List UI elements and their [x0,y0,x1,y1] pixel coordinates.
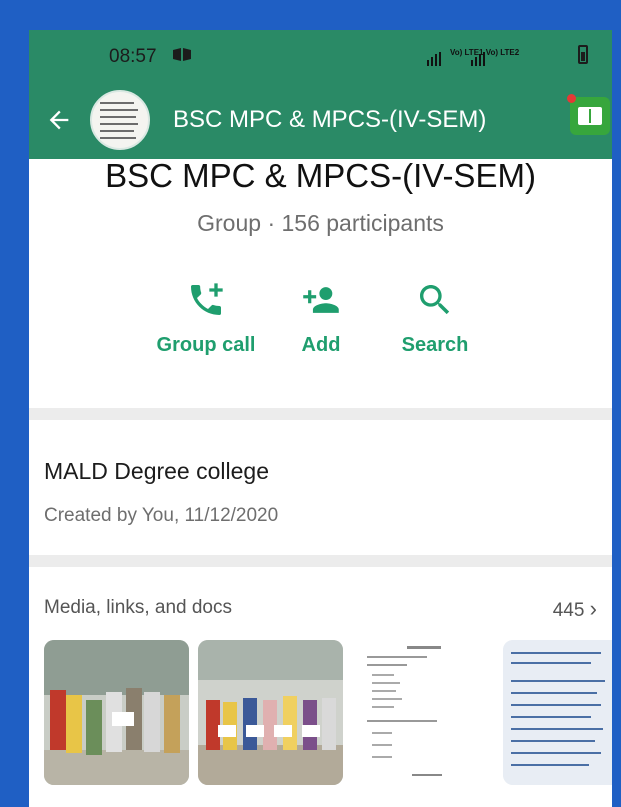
group-photo-image [44,640,189,785]
group-description: MALD Degree college [44,458,270,484]
network-indicator: Vo) LTE1 Vo) LTE2 [450,48,520,57]
media-thumbnail[interactable] [352,640,497,785]
document-image [352,640,497,785]
battery-icon [578,45,588,64]
add-call-icon [191,283,223,315]
group-description-card[interactable]: MALD Degree college Created by You, 11/1… [29,420,612,555]
media-section: Media, links, and docs 445 › [29,567,612,807]
notes-image [503,640,612,785]
group-photo-image [198,640,343,785]
media-count-value: 445 [552,600,585,621]
search-button[interactable]: Search [393,280,477,357]
back-arrow-icon[interactable] [45,106,73,134]
media-thumbnail[interactable] [198,640,343,785]
notification-dot [567,94,576,103]
search-label: Search [401,334,469,356]
status-bar: 08:57 Vo) LTE1 Vo) LTE2 [29,30,612,86]
book-icon [578,107,602,125]
status-time: 08:57 [109,46,157,67]
chat-toolbar: BSC MPC & MPCS-(IV-SEM) [29,86,612,159]
group-created-info: Created by You, 11/12/2020 [44,505,279,526]
media-thumbnail[interactable] [503,640,612,785]
add-person-icon [303,287,339,313]
group-call-button[interactable]: Group call [154,280,258,357]
group-call-label: Group call [156,334,256,356]
book-notification-icon [173,48,191,61]
group-participants: Group · 156 participants [197,210,444,236]
media-count[interactable]: 445 › [553,596,597,622]
search-icon [420,285,450,315]
toolbar-title[interactable]: BSC MPC & MPCS-(IV-SEM) [173,106,486,134]
chevron-right-icon: › [589,596,597,621]
group-name: BSC MPC & MPCS-(IV-SEM) [105,157,536,194]
add-label: Add [301,334,341,356]
book-app-icon[interactable] [567,94,610,135]
media-links-docs-link[interactable]: Media, links, and docs [44,597,232,619]
media-thumbnail[interactable] [44,640,189,785]
phone-screen: 08:57 Vo) LTE1 Vo) LTE2 BSC MPC & MPCS-(… [29,30,612,807]
group-info-card: BSC MPC & MPCS-(IV-SEM) Group · 156 part… [29,157,612,408]
add-participant-button[interactable]: Add [287,280,355,357]
group-avatar[interactable] [90,90,150,150]
